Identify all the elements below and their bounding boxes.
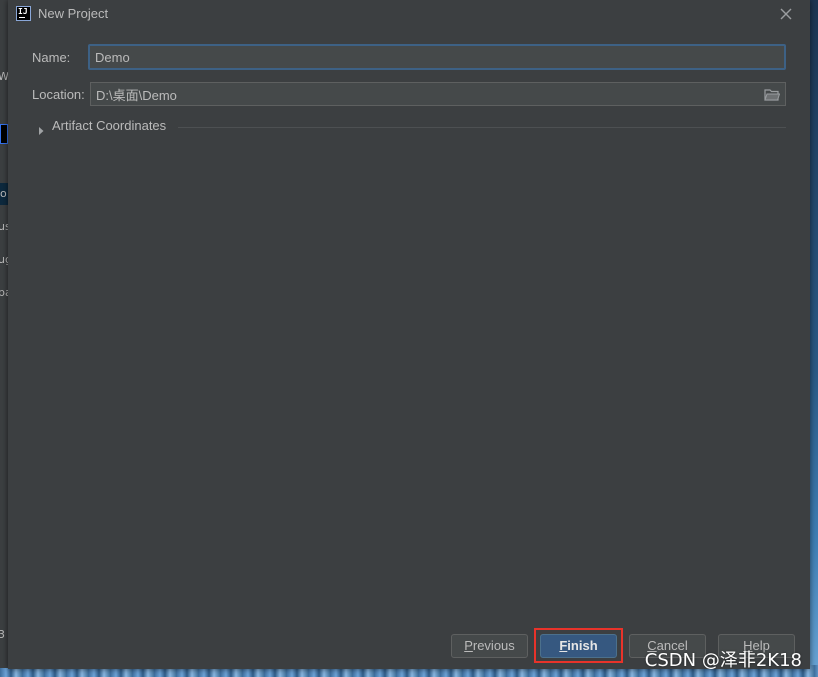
background-window-text: 3 [0, 628, 5, 641]
section-divider [178, 127, 786, 128]
expand-arrow-icon [36, 121, 46, 135]
name-label: Name: [32, 50, 71, 65]
artifact-coordinates-toggle[interactable]: Artifact Coordinates [36, 118, 786, 136]
folder-browse-icon[interactable] [764, 87, 781, 101]
intellij-icon-fragment [0, 124, 8, 144]
watermark: CSDN @泽非2K18 [644, 650, 802, 671]
name-input[interactable] [90, 46, 784, 68]
finish-button[interactable]: Finish [540, 634, 617, 658]
new-project-dialog: IJ New Project Name: Location: Artifact [8, 0, 810, 669]
dialog-titlebar[interactable]: IJ New Project [8, 0, 810, 30]
artifact-coordinates-label: Artifact Coordinates [52, 118, 167, 133]
close-icon[interactable] [776, 4, 796, 24]
name-field[interactable] [88, 44, 786, 70]
dialog-title: New Project [38, 6, 109, 21]
location-input[interactable] [91, 83, 785, 105]
location-label: Location: [32, 87, 85, 102]
location-field[interactable] [90, 82, 786, 106]
previous-button[interactable]: Previous [451, 634, 528, 658]
intellij-app-icon: IJ [16, 6, 31, 21]
